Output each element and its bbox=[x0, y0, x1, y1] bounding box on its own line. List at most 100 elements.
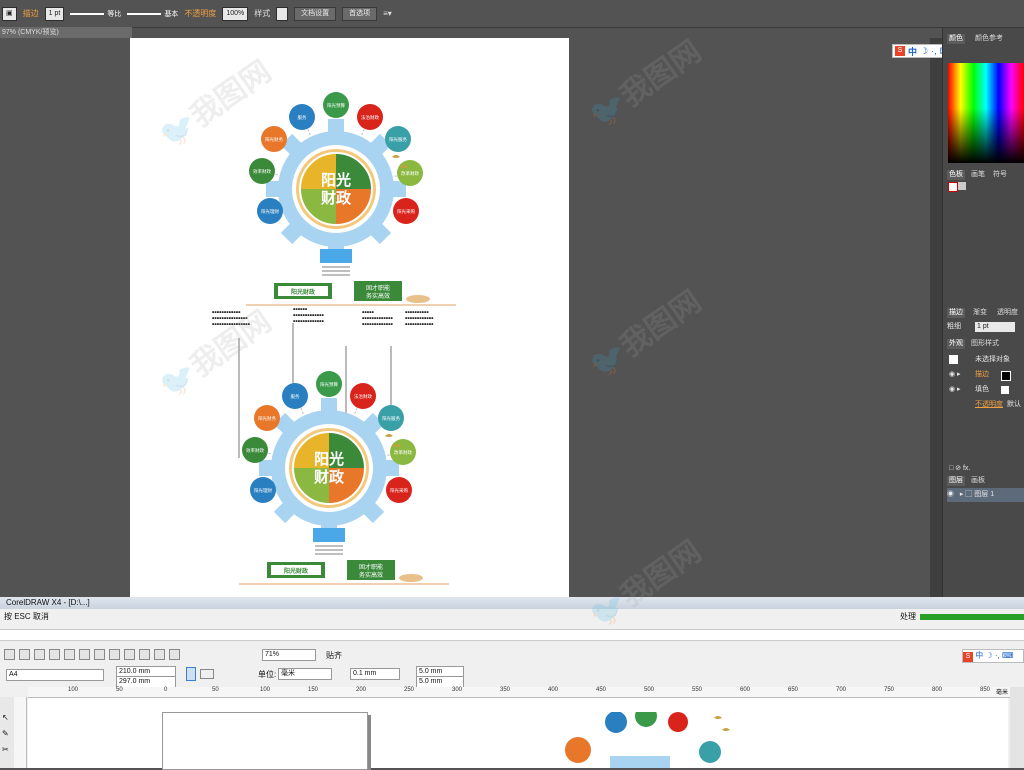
variable-width-profile[interactable]: 等比 bbox=[70, 9, 121, 19]
tab-brushes[interactable]: 画笔 bbox=[971, 170, 985, 180]
nudge-distance-field[interactable]: 0.1 mm bbox=[350, 668, 400, 680]
opacity-field[interactable]: 100% bbox=[222, 6, 249, 21]
tab-gradient[interactable]: 渐变 bbox=[973, 308, 987, 318]
ruler-tick: 700 bbox=[836, 687, 847, 693]
appearance-opacity-row[interactable]: 不透明度 bbox=[975, 398, 1005, 412]
ruler-tick: 850 bbox=[980, 687, 991, 693]
ruler-tick: 300 bbox=[452, 687, 463, 693]
portrait-icon[interactable] bbox=[186, 667, 196, 681]
artboard: 阳光 财政 服务 阳光预算 法治财政 阳光财务 阳光服务 效率财政 改革财政 阳光理财 阳光采购… bbox=[130, 38, 569, 598]
layer-row[interactable]: ◉ ▸ ▢ 图层 1 bbox=[947, 488, 1024, 502]
tab-transparency[interactable]: 透明度 bbox=[997, 308, 1018, 318]
export-icon[interactable] bbox=[154, 649, 165, 660]
color-spectrum[interactable] bbox=[948, 63, 1024, 163]
appearance-footer-icons[interactable]: □ ⊘ fx. bbox=[949, 462, 1024, 476]
svg-text:▪▪▪▪▪▪▪▪▪▪▪▪▪▪▪▪: ▪▪▪▪▪▪▪▪▪▪▪▪▪▪▪▪ bbox=[212, 322, 251, 326]
node-7: 阳光理财 bbox=[257, 198, 283, 224]
arrange-icon[interactable]: ≡▾ bbox=[383, 9, 392, 18]
diagram-top: 阳光 财政 服务 阳光预算法治财政阳光财务 阳光服务效率财政 改革财政阳光理财 阳光采购… bbox=[246, 92, 456, 306]
vertical-ruler[interactable] bbox=[14, 697, 27, 768]
snap-to-menu[interactable]: 贴齐 bbox=[326, 650, 342, 661]
weight-field[interactable]: 1 pt bbox=[975, 322, 1015, 332]
center-title-line2-copy: 财政 bbox=[314, 468, 345, 486]
docker-strip[interactable] bbox=[1010, 687, 1024, 768]
banner-left: 阳光财政 bbox=[291, 288, 316, 296]
selection-swatch bbox=[949, 355, 958, 364]
ruler-tick: 800 bbox=[932, 687, 943, 693]
brush-definition[interactable]: 基本 bbox=[127, 9, 178, 19]
banner-left-copy: 阳光财政 bbox=[284, 567, 309, 575]
object-icon[interactable]: ▣ bbox=[2, 6, 17, 21]
paper-size-select[interactable]: A4 bbox=[6, 669, 104, 681]
zoom-level[interactable]: 71% bbox=[262, 649, 316, 661]
vertical-scrollbar[interactable] bbox=[930, 38, 942, 598]
opacity-label[interactable]: 不透明度 bbox=[184, 8, 216, 19]
none-swatch[interactable] bbox=[948, 182, 958, 192]
corel-artwork-preview bbox=[565, 712, 730, 768]
node-label: 效率财政 bbox=[253, 168, 271, 175]
ruler-tick: 250 bbox=[404, 687, 415, 693]
style-swatch[interactable] bbox=[276, 6, 289, 21]
appearance-stroke-row[interactable]: 描边 bbox=[975, 368, 995, 382]
landscape-icon[interactable] bbox=[200, 669, 214, 679]
save-icon[interactable] bbox=[34, 649, 45, 660]
corel-page bbox=[162, 712, 368, 770]
ime-mode[interactable]: 中 bbox=[908, 45, 917, 58]
tab-stroke[interactable]: 描边 bbox=[947, 308, 965, 318]
crop-tool-icon[interactable]: ✂ bbox=[2, 745, 9, 754]
svg-text:▪▪▪▪▪▪▪▪▪▪▪▪▪: ▪▪▪▪▪▪▪▪▪▪▪▪▪ bbox=[362, 316, 393, 320]
tab-color-guide[interactable]: 颜色参考 bbox=[975, 34, 1003, 44]
stroke-label[interactable]: 描边 bbox=[23, 8, 39, 19]
tab-artboards[interactable]: 画板 bbox=[971, 476, 985, 486]
node-6: 改革财政 bbox=[397, 160, 423, 186]
units-select[interactable]: 毫米 bbox=[278, 668, 332, 680]
sogou-icon[interactable]: S bbox=[895, 46, 905, 56]
launcher-icon[interactable] bbox=[169, 649, 180, 660]
tab-color[interactable]: 颜色 bbox=[947, 34, 965, 44]
fill-swatch[interactable] bbox=[1001, 386, 1009, 394]
ruler-tick: 500 bbox=[644, 687, 655, 693]
appearance-fill-row[interactable]: 填色 bbox=[975, 383, 995, 397]
stroke-weight-field[interactable]: 1 pt bbox=[44, 6, 65, 21]
copy-icon[interactable] bbox=[79, 649, 90, 660]
redo-icon[interactable] bbox=[124, 649, 135, 660]
node-2: 法治财政 bbox=[357, 104, 383, 130]
tab-appearance[interactable]: 外观 bbox=[947, 339, 965, 349]
ruler-tick: 750 bbox=[884, 687, 895, 693]
import-icon[interactable] bbox=[139, 649, 150, 660]
punctuation-icon[interactable]: ·, bbox=[931, 46, 937, 56]
node-label: 阳光预算 bbox=[327, 102, 345, 109]
node-4: 阳光服务 bbox=[378, 405, 404, 431]
tab-symbols[interactable]: 符号 bbox=[993, 170, 1007, 180]
node-label: 阳光预算 bbox=[320, 381, 338, 388]
new-icon[interactable] bbox=[4, 649, 15, 660]
corel-ime-toolbar[interactable]: S 中 ☽ ·, ⌨ bbox=[962, 649, 1024, 663]
progress-bar bbox=[920, 614, 1024, 620]
coreldraw-window: CorelDRAW X4 - [D:\...] 按 ESC 取消 处理 71% … bbox=[0, 597, 1024, 770]
open-icon[interactable] bbox=[19, 649, 30, 660]
tab-layers[interactable]: 图层 bbox=[947, 476, 965, 486]
document-tab[interactable]: 97% (CMYK/预览) bbox=[0, 27, 132, 38]
registration-swatch[interactable] bbox=[958, 182, 966, 190]
status-hint: 按 ESC 取消 bbox=[4, 612, 49, 621]
print-icon[interactable] bbox=[49, 649, 60, 660]
ruler-tick: 650 bbox=[788, 687, 799, 693]
stroke-swatch[interactable] bbox=[1001, 371, 1011, 381]
node-label: 改革财政 bbox=[401, 170, 419, 177]
tab-graphic-styles[interactable]: 图形样式 bbox=[971, 339, 999, 349]
center-title-line2: 财政 bbox=[321, 189, 352, 207]
node-3: 阳光财务 bbox=[261, 126, 287, 152]
pick-tool-icon[interactable]: ↖ bbox=[2, 713, 9, 722]
node-label: 法治财政 bbox=[361, 114, 379, 121]
ruler-tick: 450 bbox=[596, 687, 607, 693]
node-3: 阳光财务 bbox=[254, 405, 280, 431]
paste-icon[interactable] bbox=[94, 649, 105, 660]
shape-tool-icon[interactable]: ✎ bbox=[2, 729, 9, 738]
undo-icon[interactable] bbox=[109, 649, 120, 660]
moon-icon[interactable]: ☽ bbox=[920, 46, 928, 57]
preferences-button[interactable]: 首选项 bbox=[342, 6, 378, 21]
document-setup-button[interactable]: 文档设置 bbox=[294, 6, 337, 21]
horizontal-ruler[interactable]: 100 50 0 50 100 150 200 250 300 350 400 450 500 550 60… bbox=[28, 687, 1013, 698]
cut-icon[interactable] bbox=[64, 649, 75, 660]
tab-swatches[interactable]: 色板 bbox=[947, 170, 965, 180]
